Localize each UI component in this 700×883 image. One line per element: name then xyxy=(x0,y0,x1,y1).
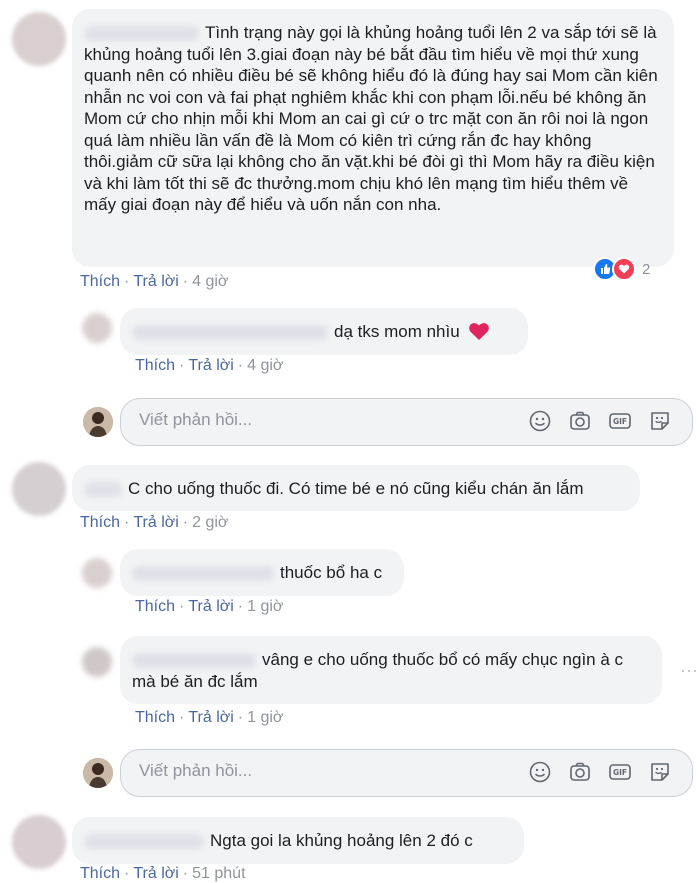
reply-actions: Thích · Trả lời · 1 giờ xyxy=(135,598,284,615)
sticker-icon[interactable] xyxy=(648,409,672,433)
commenter-avatar[interactable] xyxy=(82,647,112,677)
reply-actions: Thích · Trả lời · 4 giờ xyxy=(135,357,284,374)
like-link[interactable]: Thích xyxy=(135,598,175,615)
commenter-avatar[interactable] xyxy=(12,815,66,869)
commenter-avatar[interactable] xyxy=(82,558,112,588)
like-link[interactable]: Thích xyxy=(135,357,175,374)
comment-bubble: Ngta goi la khủng hoảng lên 2 đó c xyxy=(72,817,524,864)
reply-link[interactable]: Trả lời xyxy=(188,357,233,374)
comment-bubble: C cho uống thuốc đi. Có time bé e nó cũn… xyxy=(72,465,640,511)
emoji-icon[interactable] xyxy=(528,409,552,433)
sticker-icon[interactable] xyxy=(648,760,672,784)
like-link[interactable]: Thích xyxy=(80,514,120,531)
reaction-count: 2 xyxy=(642,260,651,278)
reply-bubble: dạ tks mom nhìu xyxy=(120,308,528,355)
gif-icon[interactable]: GIF xyxy=(608,409,632,433)
reply-link[interactable]: Trả lời xyxy=(133,273,178,290)
like-link[interactable]: Thích xyxy=(135,709,175,726)
like-link[interactable]: Thích xyxy=(80,865,120,882)
reply-link[interactable]: Trả lời xyxy=(188,709,233,726)
commenter-avatar[interactable] xyxy=(12,12,66,66)
comment-actions: Thích · Trả lời · 51 phút xyxy=(80,865,246,882)
reply-bubble: thuốc bổ ha c xyxy=(120,549,404,596)
reply-placeholder: Viết phản hồi... xyxy=(139,761,253,780)
reaction-summary[interactable]: 2 xyxy=(593,257,650,281)
emoji-icon[interactable] xyxy=(528,760,552,784)
reply-link[interactable]: Trả lời xyxy=(133,514,178,531)
svg-text:GIF: GIF xyxy=(613,417,627,426)
current-user-avatar xyxy=(83,758,113,788)
like-link[interactable]: Thích xyxy=(80,273,120,290)
reply-input[interactable]: Viết phản hồi... GIF xyxy=(120,398,693,446)
love-reaction-icon xyxy=(612,257,636,281)
reply-text: thuốc bổ ha c xyxy=(280,563,383,582)
reply-actions: Thích · Trả lời · 1 giờ xyxy=(135,709,284,726)
current-user-avatar xyxy=(83,407,113,437)
reply-text: dạ tks mom nhìu xyxy=(334,322,460,341)
timestamp[interactable]: 4 giờ xyxy=(192,273,228,290)
commenter-avatar[interactable] xyxy=(82,313,112,343)
more-options-icon[interactable]: ··· xyxy=(680,660,698,681)
comment-text: Tình trạng này gọi là khủng hoảng tuổi l… xyxy=(84,23,658,214)
timestamp[interactable]: 1 giờ xyxy=(247,709,283,726)
timestamp[interactable]: 51 phút xyxy=(192,865,245,882)
timestamp[interactable]: 4 giờ xyxy=(247,357,283,374)
comment-actions: Thích · Trả lời · 4 giờ xyxy=(80,273,229,290)
comment-text: C cho uống thuốc đi. Có time bé e nó cũn… xyxy=(128,479,584,498)
reply-bubble: vâng e cho uống thuốc bổ có mấy chục ngì… xyxy=(120,636,662,704)
reply-link[interactable]: Trả lời xyxy=(133,865,178,882)
timestamp[interactable]: 1 giờ xyxy=(247,598,283,615)
svg-text:GIF: GIF xyxy=(613,768,627,777)
red-heart-icon xyxy=(469,323,490,340)
timestamp[interactable]: 2 giờ xyxy=(192,514,228,531)
reply-link[interactable]: Trả lời xyxy=(188,598,233,615)
comment-actions: Thích · Trả lời · 2 giờ xyxy=(80,514,229,531)
reply-placeholder: Viết phản hồi... xyxy=(139,410,253,429)
gif-icon[interactable]: GIF xyxy=(608,760,632,784)
camera-icon[interactable] xyxy=(568,409,592,433)
comment-bubble: Tình trạng này gọi là khủng hoảng tuổi l… xyxy=(72,9,674,267)
comment-text: Ngta goi la khủng hoảng lên 2 đó c xyxy=(210,831,473,850)
commenter-avatar[interactable] xyxy=(12,462,66,516)
reply-input[interactable]: Viết phản hồi... GIF xyxy=(120,749,693,797)
camera-icon[interactable] xyxy=(568,760,592,784)
